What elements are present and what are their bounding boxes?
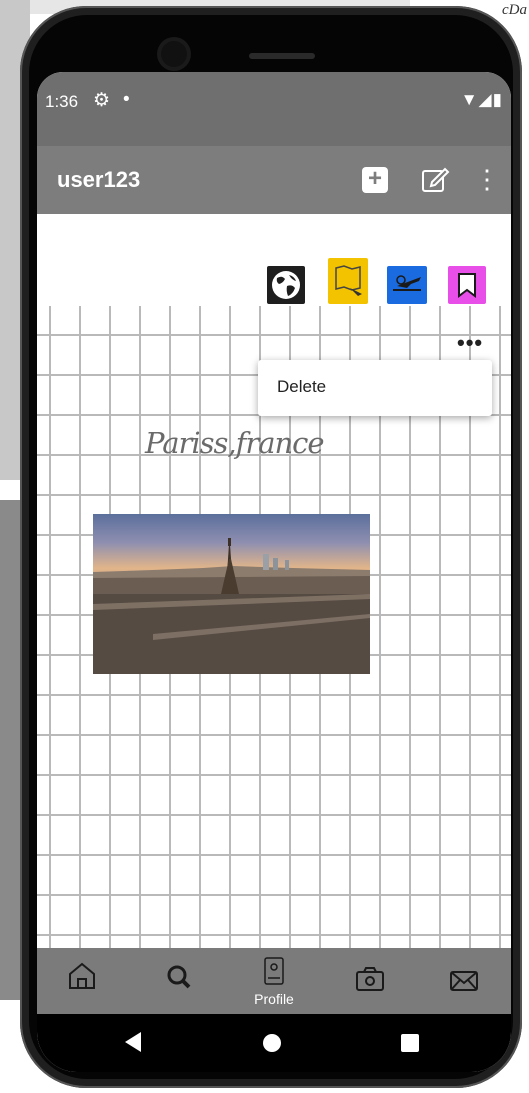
notification-dot: • xyxy=(123,89,130,110)
profile-icon xyxy=(264,957,284,985)
search-icon[interactable] xyxy=(149,948,209,1014)
home-icon[interactable] xyxy=(52,948,112,1014)
bottom-navigation: Profile xyxy=(37,948,511,1014)
phone-screen: 1:36 ⚙ • ▼◢▮ user123 + ⋮ ••• Delete Pari… xyxy=(37,72,511,1072)
front-camera xyxy=(161,41,187,67)
signal-battery-icons: ▼◢▮ xyxy=(460,90,503,109)
globe-icon[interactable] xyxy=(267,266,305,304)
flight-icon[interactable] xyxy=(387,266,427,304)
eiffel-tower-paris-photo xyxy=(93,514,370,674)
back-icon[interactable] xyxy=(125,1032,141,1052)
system-navigation-bar xyxy=(37,1014,511,1072)
background-text: cDa xyxy=(502,2,527,18)
home-button-icon[interactable] xyxy=(263,1034,281,1052)
menu-item-delete[interactable]: Delete xyxy=(277,377,326,397)
add-icon[interactable]: + xyxy=(362,167,388,193)
app-title: user123 xyxy=(57,167,141,192)
app-bar: user123 + ⋮ xyxy=(37,146,511,214)
post-options-button[interactable]: ••• xyxy=(457,330,483,356)
post-title: Pariss,france xyxy=(145,426,325,460)
status-time: 1:36 xyxy=(45,92,79,111)
post-content: ••• Delete Pariss,france xyxy=(37,214,511,948)
camera-icon[interactable] xyxy=(340,948,400,1014)
map-flight-icon[interactable] xyxy=(328,258,368,304)
earpiece-speaker xyxy=(249,53,315,59)
bookmark-icon[interactable] xyxy=(448,266,486,304)
gear-icon: ⚙ xyxy=(93,90,111,111)
nav-item-profile[interactable]: Profile xyxy=(244,948,304,1014)
nav-label-profile: Profile xyxy=(254,991,294,1007)
options-menu: Delete xyxy=(258,360,492,416)
edit-icon[interactable] xyxy=(420,164,450,194)
recents-icon[interactable] xyxy=(401,1034,419,1052)
mail-icon[interactable] xyxy=(434,948,494,1014)
status-bar: 1:36 ⚙ • ▼◢▮ xyxy=(37,72,511,146)
more-vert-icon[interactable]: ⋮ xyxy=(474,164,500,194)
